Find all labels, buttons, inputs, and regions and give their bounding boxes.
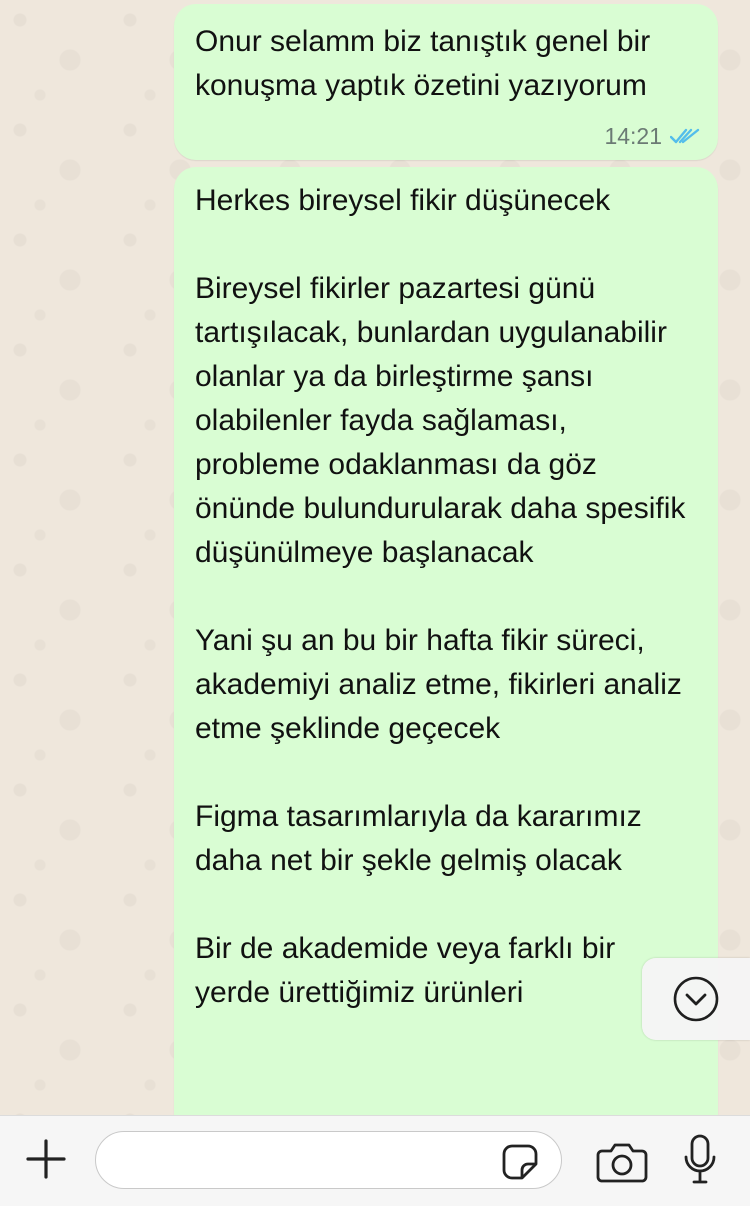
- message-bubble-outgoing[interactable]: Herkes bireysel fikir düşünecek Bireysel…: [174, 167, 718, 1115]
- attach-button[interactable]: [24, 1137, 68, 1181]
- message-bubble-outgoing[interactable]: Onur selamm biz tanıştık genel bir konuş…: [174, 4, 718, 160]
- chevron-down-icon: [672, 975, 720, 1023]
- double-check-icon: [670, 127, 700, 145]
- message-text: Herkes bireysel fikir düşünecek Bireysel…: [195, 184, 686, 1009]
- message-meta: 14:21: [604, 122, 700, 150]
- chat-background: Onur selamm biz tanıştık genel bir konuş…: [0, 0, 750, 1115]
- voice-message-button[interactable]: [682, 1133, 718, 1189]
- message-time: 14:21: [604, 123, 662, 149]
- microphone-icon: [682, 1133, 718, 1189]
- plus-icon: [25, 1138, 67, 1180]
- message-composer: [0, 1115, 750, 1206]
- sticker-button[interactable]: [500, 1142, 540, 1182]
- message-text: Onur selamm biz tanıştık genel bir konuş…: [195, 25, 651, 102]
- sticker-icon: [500, 1142, 540, 1182]
- camera-button[interactable]: [596, 1141, 648, 1183]
- scroll-to-bottom-button[interactable]: [642, 958, 750, 1040]
- camera-icon: [596, 1141, 648, 1183]
- message-input[interactable]: [95, 1131, 562, 1189]
